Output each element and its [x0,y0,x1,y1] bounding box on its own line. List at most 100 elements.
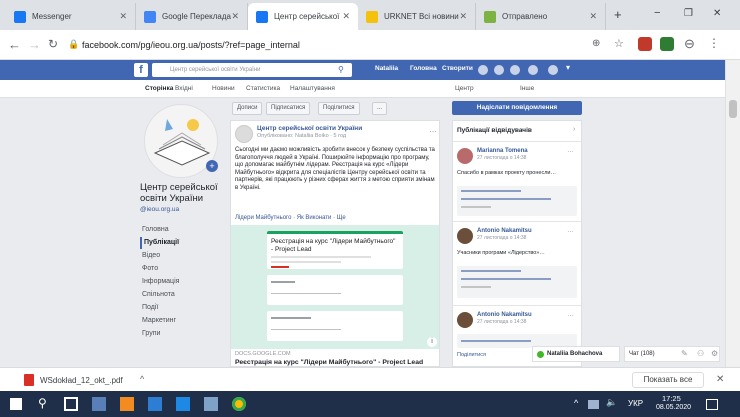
nav-profile[interactable]: Nataliia [375,65,398,72]
volume-icon[interactable]: 🔈 [606,397,617,408]
tray-up-icon[interactable]: ^ [574,398,578,408]
sidebar-item-videos[interactable]: Відео [140,250,220,262]
friends-icon[interactable] [478,65,488,75]
notifications-icon[interactable] [510,65,520,75]
visitor-text[interactable]: Поділитися [457,352,486,358]
chevron-down-icon[interactable]: ▾ [566,63,570,72]
url-input[interactable]: facebook.com/pg/ieou.org.ua/posts/?ref=p… [82,36,642,54]
page-scrollbar[interactable] [725,60,740,367]
facebook-logo-icon[interactable]: f [134,63,148,77]
add-photo-icon[interactable]: + [206,160,218,172]
tab-current-page[interactable]: Центр серейської о ✕ [248,3,358,30]
search-icon[interactable]: ⚲ [338,65,344,74]
options-icon[interactable]: … [567,147,574,154]
sidebar-item-posts[interactable]: Публікації [140,237,220,249]
follow-button[interactable]: Підписатися [266,102,311,115]
app-icon[interactable] [148,397,162,411]
compose-icon[interactable]: ✎ [681,349,688,358]
app-icon[interactable] [120,397,134,411]
minimize-button[interactable]: − [654,7,660,19]
star-icon[interactable]: ☆ [614,37,624,50]
sidebar-item-groups[interactable]: Групи [140,328,220,340]
show-all-downloads-button[interactable]: Показать все [632,372,704,388]
window-close-button[interactable]: ✕ [713,8,721,19]
help-icon[interactable] [528,65,538,75]
reply-box[interactable] [457,186,577,216]
tab-messenger[interactable]: Messenger ✕ [6,3,136,30]
sidebar-item-home[interactable]: Головна [140,224,220,236]
sidebar-item-about[interactable]: Інформація [140,276,220,288]
scrollbar-thumb[interactable] [729,100,737,118]
nav-create[interactable]: Створити [442,65,473,72]
app-icon[interactable] [92,397,106,411]
messenger-icon[interactable] [494,65,504,75]
avatar[interactable] [457,312,473,328]
subnav-news[interactable]: Новини [212,85,235,92]
subnav-center[interactable]: Центр [455,85,474,92]
reload-icon[interactable]: ↻ [48,37,58,51]
link-preview-image[interactable]: Реєстрація на курс "Лідери Майбутнього" … [231,225,439,349]
chat-tab[interactable]: Nataliia Bohachova [532,346,620,362]
info-icon[interactable]: i [427,337,437,347]
sidebar-item-photos[interactable]: Фото [140,263,220,275]
keyboard-language[interactable]: УКР [628,399,643,408]
back-arrow-icon[interactable]: ← [8,37,21,52]
visitor-name[interactable]: Antonio Nakamitsu [477,312,532,318]
chrome-icon[interactable] [232,397,246,411]
settings-icon[interactable] [548,65,558,75]
link-title[interactable]: Реєстрація на курс "Лідери Майбутнього" … [235,359,423,366]
reply-box[interactable] [457,266,577,298]
close-icon[interactable]: ✕ [231,11,239,22]
clock-date[interactable]: 08.05.2020 [656,404,691,411]
tab-sent[interactable]: Отправлено ✕ [476,3,606,30]
download-filename[interactable]: WSdokład_12_okt_.pdf [40,376,123,385]
visitor-name[interactable]: Marianna Tomena [477,148,528,154]
tab-urknet[interactable]: URKNET Всі новини ✕ [358,3,476,30]
app-icon[interactable] [204,397,218,411]
send-message-button[interactable]: Надіслати повідомлення [452,101,582,115]
subnav-stats[interactable]: Статистика [246,85,280,92]
extension-icon[interactable] [638,37,652,51]
post-hashtags[interactable]: Лідери Майбутнього · Як Виконати · Ще [235,215,346,221]
options-icon[interactable]: … [567,227,574,234]
network-icon[interactable] [588,400,599,409]
clock-time[interactable]: 17:25 [662,394,681,403]
forward-arrow-icon[interactable]: → [28,37,41,52]
options-icon[interactable]: … [567,311,574,318]
new-tab-button[interactable]: + [614,7,622,22]
facebook-search-input[interactable]: Центр серейської освіти України [152,63,352,77]
close-download-bar-icon[interactable]: ✕ [716,374,724,385]
more-options-button[interactable]: ... [372,102,388,115]
share-button[interactable]: Поділитися [318,102,360,115]
avatar[interactable] [457,148,473,164]
nav-home[interactable]: Головна [410,65,437,72]
sheets-extension-icon[interactable] [660,37,674,51]
posts-tab[interactable]: Дописи [232,102,263,115]
page-handle[interactable]: @ieou.org.ua [140,206,179,213]
visitor-name[interactable]: Antonio Nakamitsu [477,228,532,234]
notifications-icon[interactable] [706,399,718,410]
sidebar-item-marketing[interactable]: Маркетинг [140,315,220,327]
windows-start-icon[interactable] [10,398,22,410]
post-options-icon[interactable]: … [429,125,437,134]
profile-icon[interactable]: ⊖ [684,36,695,52]
task-view-icon[interactable] [64,397,78,411]
close-icon[interactable]: ✕ [119,11,127,22]
tab-google-translate[interactable]: Google Перекладач ✕ [136,3,248,30]
search-icon[interactable]: ⚲ [38,396,47,410]
chat-sidebar-toggle[interactable]: Чат (108) ✎ ⚇ ⚙ [624,346,720,362]
group-icon[interactable]: ⚇ [697,349,704,358]
subnav-inbox[interactable]: Вхідні [175,85,193,92]
subnav-page[interactable]: Сторінка [145,85,173,92]
menu-kebab-icon[interactable]: ⋮ [708,36,720,50]
close-icon[interactable]: ✕ [589,11,597,22]
zoom-icon[interactable]: ⊕ [592,38,600,49]
sidebar-item-events[interactable]: Події [140,302,220,314]
chevron-right-icon[interactable]: › [573,126,575,133]
maximize-button[interactable]: ❐ [684,8,693,19]
avatar[interactable] [457,228,473,244]
close-icon[interactable]: ✕ [459,11,467,22]
sidebar-item-community[interactable]: Спільнота [140,289,220,301]
app-icon[interactable] [176,397,190,411]
gear-icon[interactable]: ⚙ [711,349,718,358]
